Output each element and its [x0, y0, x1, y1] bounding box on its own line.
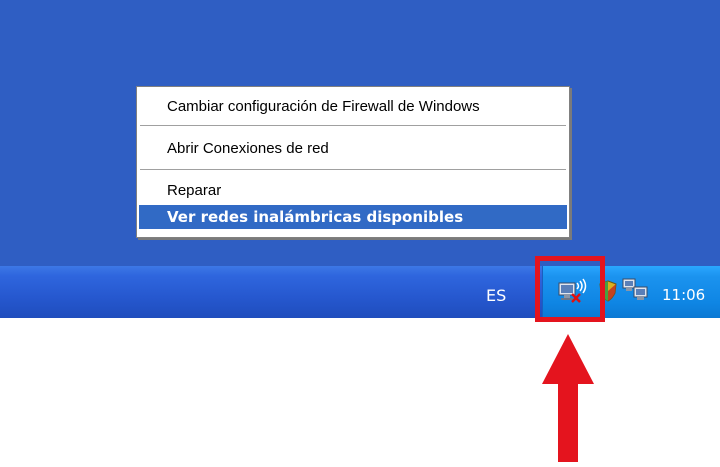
- menu-item-repair[interactable]: Reparar: [139, 179, 567, 203]
- callout-arrow-icon: [540, 334, 596, 467]
- menu-separator: [140, 169, 566, 171]
- language-indicator[interactable]: ES: [486, 286, 506, 305]
- network-connections-icon[interactable]: [622, 277, 650, 308]
- menu-separator: [140, 125, 566, 127]
- callout-highlight-box: [535, 256, 605, 322]
- menu-item-open-connections[interactable]: Abrir Conexiones de red: [139, 137, 567, 161]
- network-context-menu: Cambiar configuración de Firewall de Win…: [136, 86, 570, 238]
- clock[interactable]: 11:06: [662, 286, 705, 304]
- menu-item-view-wireless-networks[interactable]: Ver redes inalámbricas disponibles: [139, 205, 567, 229]
- menu-item-firewall-settings[interactable]: Cambiar configuración de Firewall de Win…: [139, 95, 567, 119]
